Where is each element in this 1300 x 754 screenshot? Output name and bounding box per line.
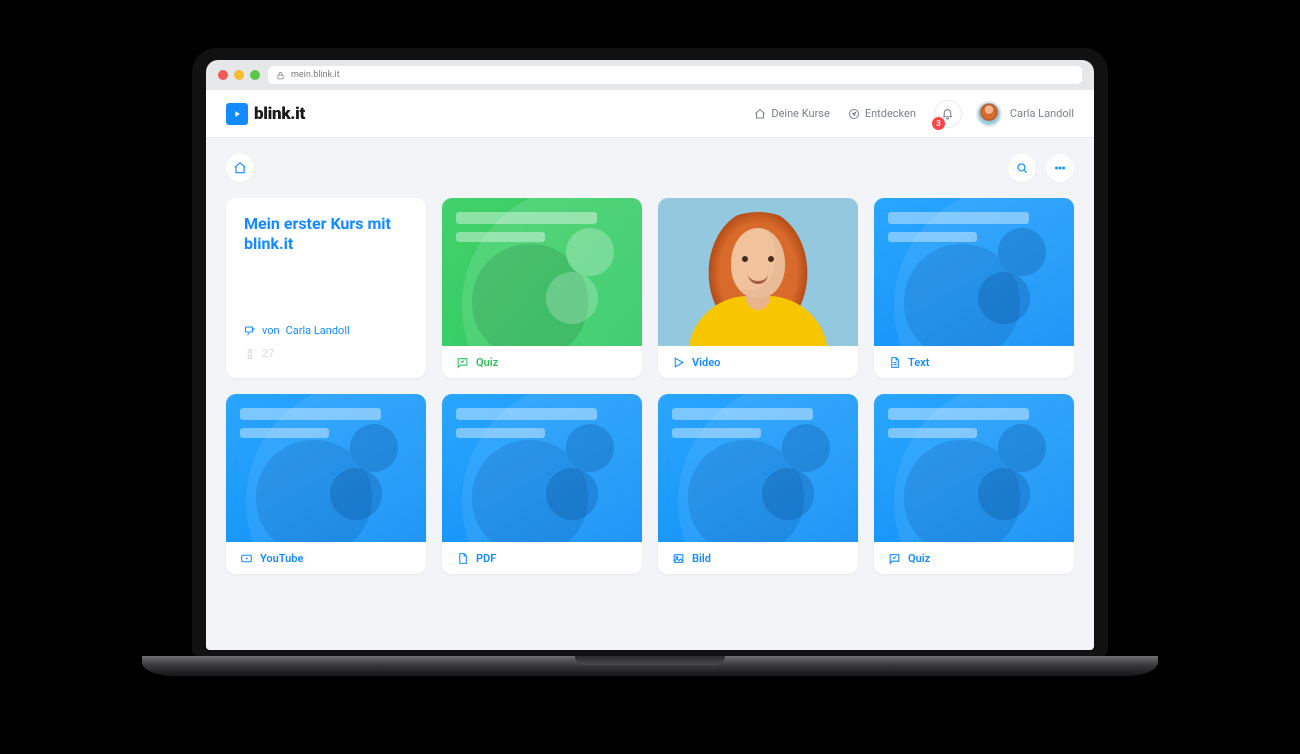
quiz-icon — [456, 356, 469, 369]
nav-label: Entdecken — [865, 107, 916, 120]
course-meta: 27 — [244, 347, 408, 360]
card-footer: PDF — [442, 542, 642, 574]
card-type-label: PDF — [476, 552, 496, 565]
more-button[interactable] — [1046, 154, 1074, 182]
author-prefix: von — [262, 324, 280, 337]
course-hero-card[interactable]: Mein erster Kurs mit blink.it von Carla … — [226, 198, 426, 378]
card-cover-photo — [658, 198, 858, 346]
card-footer: YouTube — [226, 542, 426, 574]
laptop-mockup: mein.blink.it blink.it Deine Kurse — [192, 48, 1108, 676]
content-card-quiz-2[interactable]: Quiz — [874, 394, 1074, 574]
placeholder-title — [456, 212, 628, 242]
nav-discover[interactable]: Entdecken — [848, 107, 916, 120]
card-type-label: Video — [692, 356, 720, 369]
card-footer: Quiz — [874, 542, 1074, 574]
fullscreen-window-icon[interactable] — [250, 70, 260, 80]
card-cover — [658, 394, 858, 542]
laptop-notch — [575, 656, 725, 665]
card-cover — [874, 394, 1074, 542]
page-header — [226, 154, 1074, 182]
card-cover — [874, 198, 1074, 346]
content-card-pdf[interactable]: PDF — [442, 394, 642, 574]
content-grid: Mein erster Kurs mit blink.it von Carla … — [226, 198, 1074, 574]
laptop-base — [142, 656, 1158, 676]
browser-toolbar: mein.blink.it — [206, 60, 1094, 90]
page-actions — [1008, 154, 1074, 182]
play-icon — [672, 356, 685, 369]
browser-window: mein.blink.it blink.it Deine Kurse — [206, 60, 1094, 650]
laptop-screen: mein.blink.it blink.it Deine Kurse — [192, 48, 1108, 656]
close-window-icon[interactable] — [218, 70, 228, 80]
placeholder-title — [672, 408, 844, 438]
app-root: blink.it Deine Kurse Entdecken 3 — [206, 90, 1094, 650]
top-nav: blink.it Deine Kurse Entdecken 3 — [206, 90, 1094, 138]
card-type-label: Quiz — [476, 356, 498, 369]
brand-text: blink.it — [254, 104, 305, 124]
card-type-label: Bild — [692, 552, 711, 565]
address-url: mein.blink.it — [291, 70, 340, 80]
image-icon — [672, 552, 685, 565]
placeholder-title — [456, 408, 628, 438]
breadcrumb — [226, 154, 254, 182]
bell-icon — [941, 107, 954, 120]
brand[interactable]: blink.it — [226, 103, 305, 125]
placeholder-title — [888, 212, 1060, 242]
search-button[interactable] — [1008, 154, 1036, 182]
brand-play-icon — [226, 103, 248, 125]
card-footer: Quiz — [442, 346, 642, 378]
breadcrumb-home[interactable] — [226, 154, 254, 182]
card-type-label: Quiz — [908, 552, 930, 565]
youtube-icon — [240, 552, 253, 565]
placeholder-title — [240, 408, 412, 438]
address-bar[interactable]: mein.blink.it — [268, 66, 1082, 84]
notifications-button[interactable]: 3 — [934, 100, 962, 128]
minimize-window-icon[interactable] — [234, 70, 244, 80]
card-cover — [226, 394, 426, 542]
card-footer: Bild — [658, 542, 858, 574]
course-count: 27 — [262, 347, 274, 360]
course-author: von Carla Landoll — [244, 324, 408, 337]
more-horizontal-icon — [1053, 161, 1067, 175]
content-card-image[interactable]: Bild — [658, 394, 858, 574]
avatar[interactable] — [976, 101, 1002, 127]
card-footer: Video — [658, 346, 858, 378]
card-type-label: YouTube — [260, 552, 303, 565]
nav-label: Deine Kurse — [771, 107, 829, 120]
content-card-quiz[interactable]: Quiz — [442, 198, 642, 378]
lock-icon — [276, 71, 285, 80]
photo-face — [731, 228, 785, 298]
quiz-icon — [888, 552, 901, 565]
nav-your-courses[interactable]: Deine Kurse — [754, 107, 829, 120]
card-cover — [442, 394, 642, 542]
compass-icon — [848, 108, 860, 120]
page-body: Mein erster Kurs mit blink.it von Carla … — [206, 138, 1094, 650]
hourglass-icon — [244, 348, 256, 360]
placeholder-title — [888, 408, 1060, 438]
card-cover — [442, 198, 642, 346]
home-icon — [754, 108, 766, 120]
file-icon — [456, 552, 469, 565]
author-name: Carla Landoll — [286, 324, 350, 337]
card-footer: Text — [874, 346, 1074, 378]
notifications-badge: 3 — [932, 117, 945, 130]
content-card-youtube[interactable]: YouTube — [226, 394, 426, 574]
search-icon — [1015, 161, 1029, 175]
card-type-label: Text — [908, 356, 929, 369]
file-text-icon — [888, 356, 901, 369]
home-icon — [233, 161, 247, 175]
user-name: Carla Landoll — [1010, 107, 1074, 120]
course-title: Mein erster Kurs mit blink.it — [244, 214, 408, 254]
content-card-video[interactable]: Video — [658, 198, 858, 378]
teacher-icon — [244, 325, 256, 337]
window-controls — [218, 70, 260, 80]
content-card-text[interactable]: Text — [874, 198, 1074, 378]
